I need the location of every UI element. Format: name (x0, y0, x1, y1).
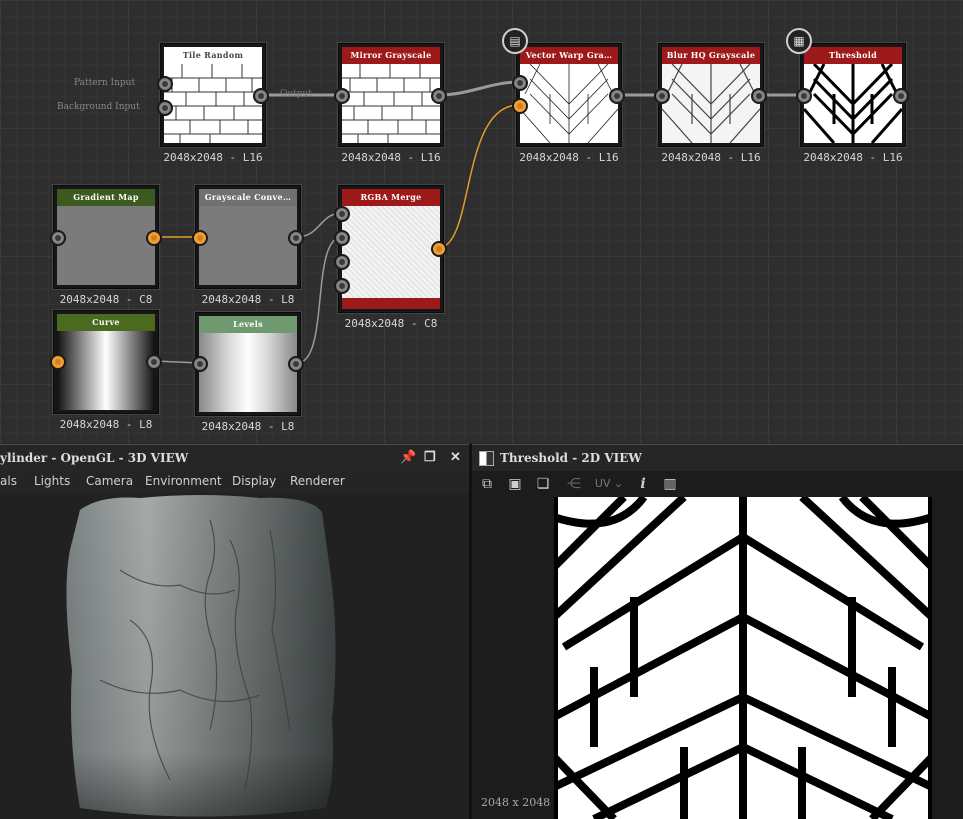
node-title: Grayscale Conve… (199, 189, 297, 206)
pin-icon[interactable]: 📌 (400, 445, 416, 471)
node-grayscale-conversion[interactable]: Grayscale Conve… 2048x2048 - L8 (195, 185, 301, 306)
threshold-2d-preview (554, 497, 932, 819)
node-levels[interactable]: Levels 2048x2048 - L8 (195, 312, 301, 433)
layers-icon[interactable]: ⧉ (477, 474, 497, 494)
node-tile-random[interactable]: Tile Random 2048x2048 - L16 (160, 43, 266, 164)
input-port[interactable] (512, 98, 528, 114)
node-title: Threshold (804, 47, 902, 64)
node-thumbnail (520, 64, 618, 143)
menu-materials[interactable]: als (0, 474, 17, 488)
info-icon[interactable]: i (633, 474, 653, 494)
output-port[interactable] (893, 88, 909, 104)
pattern-input-label: Pattern Input (74, 78, 136, 88)
output-port[interactable] (288, 356, 304, 372)
menu-environment[interactable]: Environment (145, 474, 222, 488)
input-port[interactable] (192, 356, 208, 372)
node-rgba-merge[interactable]: RGBA Merge 2048x2048 - C8 (338, 185, 444, 330)
input-port[interactable] (157, 76, 173, 92)
input-port[interactable] (796, 88, 812, 104)
node-mirror-grayscale[interactable]: Mirror Grayscale 2048x2048 - L16 (338, 43, 444, 164)
node-thumbnail (57, 331, 155, 410)
node-graph[interactable]: Pattern Input Background Input Output Ti… (0, 0, 963, 443)
node-title: Mirror Grayscale (342, 47, 440, 64)
copy-icon[interactable]: ❏ (533, 474, 553, 494)
node-blur-hq[interactable]: Blur HQ Grayscale 2048x2048 - L16 (658, 43, 764, 164)
input-port[interactable] (334, 206, 350, 222)
node-resolution: 2048x2048 - L8 (201, 293, 295, 306)
node-resolution: 2048x2048 - L16 (661, 151, 761, 164)
input-port[interactable] (50, 230, 66, 246)
2d-view-title: Threshold - 2D VIEW (500, 451, 642, 465)
node-resolution: 2048x2048 - L16 (341, 151, 441, 164)
output-port[interactable] (431, 241, 447, 257)
input-port[interactable] (334, 278, 350, 294)
output-port[interactable] (253, 88, 269, 104)
output-port[interactable] (146, 230, 162, 246)
node-thumbnail (199, 333, 297, 412)
share-icon[interactable]: ⋲ (564, 474, 584, 494)
3d-view-title: ylinder - OpenGL - 3D VIEW (0, 451, 189, 465)
node-resolution: 2048x2048 - C8 (59, 293, 153, 306)
node-thumbnail (199, 206, 297, 285)
menu-display[interactable]: Display (232, 474, 276, 488)
maximize-icon[interactable]: ❐ (424, 445, 436, 471)
node-thumbnail (804, 64, 902, 143)
node-title: RGBA Merge (342, 189, 440, 206)
uv-icon[interactable]: UV ⌄ (594, 474, 624, 494)
input-port[interactable] (654, 88, 670, 104)
node-curve[interactable]: Curve 2048x2048 - L8 (53, 310, 159, 431)
output-port[interactable] (288, 230, 304, 246)
node-threshold[interactable]: Threshold 2048x2048 - L16 (800, 43, 906, 164)
input-port[interactable] (512, 75, 528, 91)
input-port[interactable] (334, 230, 350, 246)
node-resolution: 2048x2048 - C8 (344, 317, 438, 330)
wire-label: Output (280, 89, 312, 99)
node-resolution: 2048x2048 - L16 (163, 151, 263, 164)
node-title: Blur HQ Grayscale (662, 47, 760, 64)
node-resolution: 2048x2048 - L16 (519, 151, 619, 164)
node-vector-warp[interactable]: Vector Warp Gra… 2048x2048 - L16 (516, 43, 622, 164)
node-title: Levels (199, 316, 297, 333)
node-resolution: 2048x2048 - L16 (803, 151, 903, 164)
save-icon[interactable]: ▣ (505, 474, 525, 494)
output-port[interactable] (751, 88, 767, 104)
input-port[interactable] (50, 354, 66, 370)
checker-icon (479, 451, 494, 466)
3d-view-titlebar: ylinder - OpenGL - 3D VIEW 📌 ❐ ✕ (0, 444, 469, 471)
node-thumbnail (57, 206, 155, 285)
menu-renderer[interactable]: Renderer (290, 474, 345, 488)
background-input-label: Background Input (57, 102, 140, 112)
input-port[interactable] (334, 254, 350, 270)
node-footer (342, 298, 440, 309)
output-port[interactable] (609, 88, 625, 104)
node-resolution: 2048x2048 - L8 (59, 418, 153, 431)
2d-view-titlebar: Threshold - 2D VIEW (472, 444, 963, 471)
node-resolution: 2048x2048 - L8 (201, 420, 295, 433)
node-title: Gradient Map (57, 189, 155, 206)
output-port[interactable] (431, 88, 447, 104)
output-port[interactable] (146, 354, 162, 370)
close-icon[interactable]: ✕ (450, 445, 461, 471)
node-thumbnail (662, 64, 760, 143)
input-port[interactable] (157, 100, 173, 116)
menu-lights[interactable]: Lights (34, 474, 70, 488)
histogram-icon[interactable]: ▥ (660, 474, 680, 494)
uv-label: UV (594, 477, 611, 490)
node-title: Vector Warp Gra… (520, 47, 618, 64)
input-port[interactable] (334, 88, 350, 104)
node-thumbnail (342, 64, 440, 143)
node-title: Curve (57, 314, 155, 331)
3d-cylinder-preview (66, 495, 336, 817)
node-title: Tile Random (164, 47, 262, 64)
checker-icon[interactable]: ▦ (786, 28, 812, 54)
node-gradient-map[interactable]: Gradient Map 2048x2048 - C8 (53, 185, 159, 306)
node-thumbnail (342, 206, 440, 298)
menu-camera[interactable]: Camera (86, 474, 133, 488)
node-thumbnail (164, 64, 262, 143)
document-icon[interactable]: ▤ (502, 28, 528, 54)
input-port[interactable] (192, 230, 208, 246)
